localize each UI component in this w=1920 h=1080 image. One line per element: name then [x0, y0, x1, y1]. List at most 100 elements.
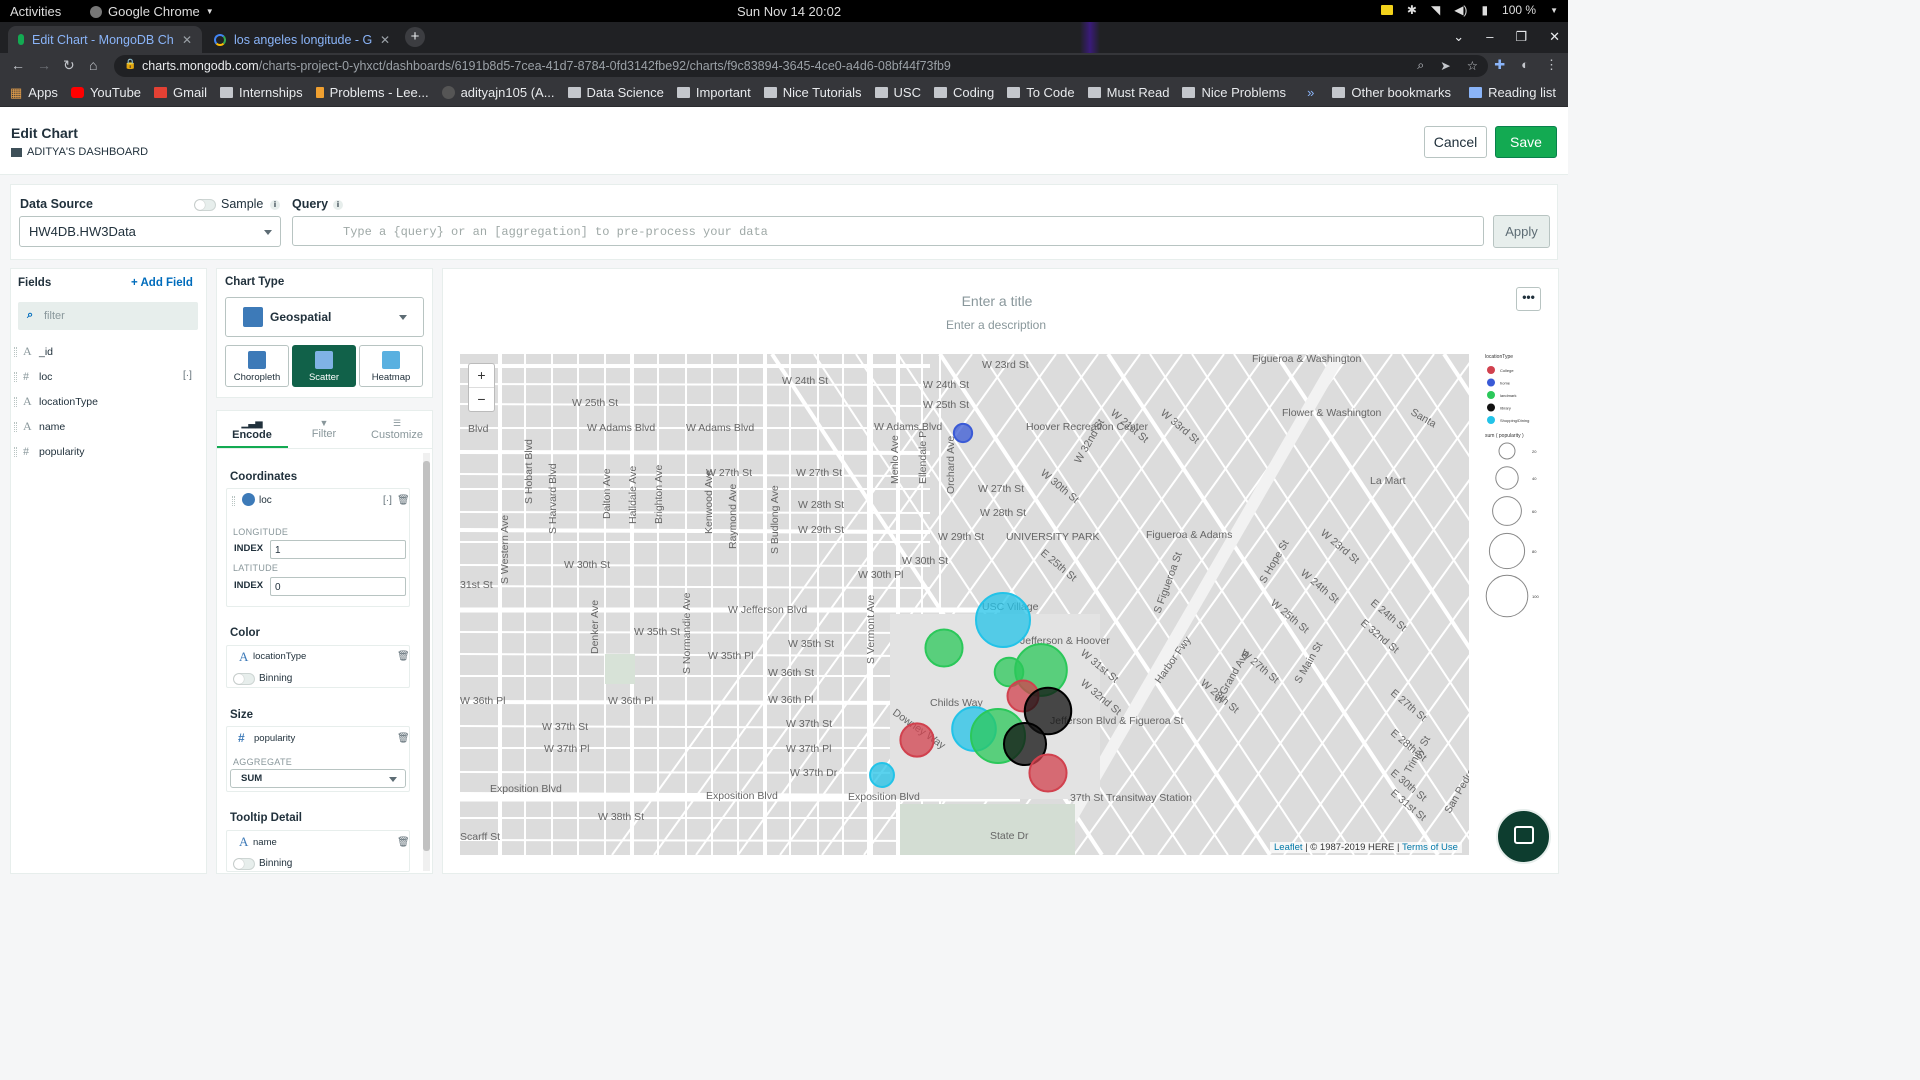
coordinates-field[interactable]: loc [259, 495, 272, 506]
binning-toggle[interactable] [233, 673, 255, 685]
apply-button[interactable]: Apply [1493, 215, 1550, 248]
field-item[interactable]: # loc [14, 369, 52, 384]
bookmark-apps[interactable]: ▦ Apps [10, 85, 58, 101]
street-label: W 29th St [798, 524, 844, 536]
new-tab-button[interactable]: + [405, 27, 425, 47]
minimize-icon[interactable]: – [1486, 29, 1493, 45]
profile-avatar[interactable]: ◐ [1521, 57, 1529, 73]
zoom-out-button[interactable]: − [477, 391, 485, 407]
more-bookmarks-icon[interactable]: » [1307, 85, 1314, 100]
legend-label: College [1500, 368, 1514, 373]
bookmark-folder[interactable]: Important [676, 85, 751, 100]
tab-edit-chart[interactable]: Edit Chart - MongoDB Ch ✕ [8, 26, 202, 53]
bookmark-other[interactable]: Other bookmarks [1332, 85, 1451, 100]
field-item[interactable]: A _id [14, 344, 53, 359]
choropleth-button[interactable]: Choropleth [225, 345, 289, 387]
scrollbar-thumb[interactable] [423, 461, 430, 851]
close-window-icon[interactable]: ✕ [1549, 29, 1560, 45]
add-field-button[interactable]: + Add Field [131, 277, 193, 289]
heatmap-button[interactable]: Heatmap [359, 345, 423, 387]
binning-toggle[interactable] [233, 858, 255, 870]
drag-handle-icon[interactable] [14, 396, 17, 407]
drag-handle-icon[interactable] [14, 346, 17, 357]
trash-icon[interactable]: 🗑 [397, 495, 410, 506]
encode-scrollbar[interactable] [423, 453, 430, 871]
save-button[interactable]: Save [1495, 126, 1557, 158]
breadcrumb[interactable]: ADITYA'S DASHBOARD [11, 146, 148, 158]
latitude-index-input[interactable]: 0 [270, 577, 406, 596]
bookmark-folder[interactable]: Nice Problems [1182, 85, 1286, 100]
system-tray[interactable]: ✱ ◥ ◀) ▮ 100 % ▼ [1380, 3, 1558, 17]
sample-toggle[interactable] [194, 199, 216, 211]
drag-handle-icon[interactable] [14, 421, 17, 432]
reload-icon[interactable]: ↻ [63, 57, 75, 74]
bookmark-folder[interactable]: Nice Tutorials [763, 85, 862, 100]
tab-search-icon[interactable]: ⌄ [1453, 29, 1464, 45]
chart-type-select[interactable]: Geospatial [225, 297, 424, 337]
send-icon[interactable]: ➤ [1440, 58, 1450, 73]
chat-support-button[interactable] [1496, 809, 1551, 864]
zoom-icon[interactable]: ⌕ [1417, 58, 1424, 73]
bookmark-folder[interactable]: Data Science [567, 85, 664, 100]
chart-title-input[interactable]: Enter a title [942, 293, 1052, 309]
clock[interactable]: Sun Nov 14 20:02 [737, 4, 841, 19]
tab-encode[interactable]: ▁▃▅ Encode [217, 418, 287, 441]
forward-icon[interactable]: → [37, 57, 51, 73]
tab-filter[interactable]: ▼ Filter [289, 418, 359, 440]
bookmark-internships[interactable]: Internships [219, 85, 303, 100]
drag-handle-icon[interactable] [232, 493, 235, 511]
address-bar[interactable]: 🔒 charts.mongodb.com/charts-project-0-yh… [114, 55, 1488, 77]
activities-button[interactable]: Activities [10, 4, 61, 19]
bookmark-folder[interactable]: Must Read [1087, 85, 1169, 100]
tab-customize[interactable]: ☰ Customize [362, 418, 432, 441]
trash-icon[interactable]: 🗑 [397, 651, 410, 662]
aggregate-select[interactable]: SUM [230, 769, 406, 788]
field-item[interactable]: # popularity [14, 444, 85, 459]
data-source-select[interactable]: HW4DB.HW3Data [19, 216, 281, 247]
trash-icon[interactable]: 🗑 [397, 837, 410, 848]
longitude-label: LONGITUDE [233, 527, 289, 537]
tab-google-search[interactable]: los angeles longitude - Go ✕ [204, 26, 400, 53]
bookmark-youtube[interactable]: YouTube [70, 85, 141, 100]
size-field[interactable]: popularity [254, 733, 295, 744]
fields-filter-input[interactable]: filter [18, 302, 198, 330]
chart-description-input[interactable]: Enter a description [930, 318, 1062, 332]
menu-icon[interactable]: ⋮ [1545, 57, 1558, 73]
terms-link[interactable]: Terms of Use [1402, 842, 1458, 853]
close-icon[interactable]: ✕ [380, 33, 390, 47]
longitude-index-input[interactable]: 1 [270, 540, 406, 559]
color-field[interactable]: locationType [253, 651, 306, 662]
field-item[interactable]: AlocationType [14, 394, 98, 409]
drag-handle-icon[interactable] [14, 446, 17, 457]
bookmark-star-icon[interactable]: ☆ [1467, 58, 1478, 73]
close-icon[interactable]: ✕ [182, 33, 192, 47]
bookmark-github[interactable]: adityajn105 (A... [441, 85, 555, 100]
home-icon[interactable]: ⌂ [89, 57, 97, 73]
info-icon[interactable]: i [270, 200, 280, 210]
drag-handle-icon[interactable] [14, 371, 17, 382]
extensions-icon[interactable]: ✚ [1494, 57, 1505, 73]
maximize-icon[interactable]: ❐ [1515, 29, 1527, 45]
map[interactable]: W 23rd St W 24th St W 24th St W 25th St W 25… [460, 354, 1469, 855]
query-input[interactable]: Type a {query} or an [aggregation] to pr… [292, 216, 1484, 246]
tooltip-field[interactable]: name [253, 837, 277, 848]
cancel-button[interactable]: Cancel [1424, 126, 1487, 158]
trash-icon[interactable]: 🗑 [397, 733, 410, 744]
leaflet-link[interactable]: Leaflet [1274, 842, 1303, 853]
bookmark-gmail[interactable]: Gmail [154, 85, 207, 100]
zoom-in-button[interactable]: + [469, 364, 494, 388]
scatter-button[interactable]: Scatter [292, 345, 356, 387]
chevron-down-icon: ▼ [205, 7, 214, 16]
app-menu[interactable]: Google Chrome ▼ [90, 4, 214, 19]
bookmark-folder[interactable]: To Code [1007, 85, 1075, 100]
field-item[interactable]: Aname [14, 419, 65, 434]
bookmark-folder[interactable]: USC [874, 85, 921, 100]
back-icon[interactable]: ← [11, 57, 25, 73]
more-options-button[interactable]: ••• [1516, 287, 1541, 311]
map-svg[interactable]: W 23rd St W 24th St W 24th St W 25th St W 25… [460, 354, 1469, 855]
info-icon[interactable]: i [333, 200, 343, 210]
legend-swatch [1487, 378, 1495, 387]
bookmark-folder[interactable]: Coding [933, 85, 994, 100]
bookmark-reading-list[interactable]: Reading list [1469, 85, 1556, 100]
bookmark-problems[interactable]: Problems - Lee... [315, 85, 429, 100]
